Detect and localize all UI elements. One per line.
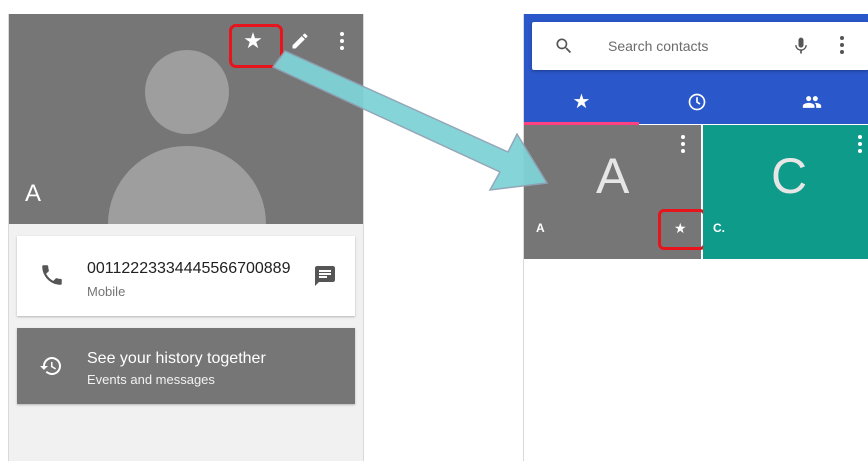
edit-button[interactable] xyxy=(287,28,313,54)
more-vert-icon xyxy=(340,32,344,50)
phone-number: 00112223334445566700889 xyxy=(87,260,291,277)
tile-more-button[interactable] xyxy=(681,135,685,153)
star-icon: ★ xyxy=(572,91,591,113)
star-highlight-box xyxy=(658,209,706,250)
tile-name: A xyxy=(536,221,545,235)
more-vert-icon xyxy=(681,135,685,153)
tile-letter: A xyxy=(596,148,630,204)
favorite-tile-c[interactable]: C C. xyxy=(703,125,868,259)
favorite-tile-a[interactable]: A A ★ xyxy=(524,125,706,259)
more-vert-icon xyxy=(840,36,844,56)
avatar-placeholder-body xyxy=(108,146,266,224)
contact-name: A xyxy=(25,180,42,207)
contact-detail-screen: A ★ 00112223334445566700889 Mobile See y… xyxy=(8,14,364,461)
search-bar[interactable]: Search contacts xyxy=(532,22,868,70)
tile-letter: C xyxy=(771,148,808,204)
star-highlight-box xyxy=(229,24,283,68)
tile-more-button[interactable] xyxy=(858,135,862,153)
history-subtitle: Events and messages xyxy=(87,372,215,387)
history-icon xyxy=(40,357,61,375)
more-options-button[interactable] xyxy=(329,28,355,54)
history-title: See your history together xyxy=(87,350,266,367)
history-card[interactable]: See your history together Events and mes… xyxy=(17,328,355,404)
tile-name: C. xyxy=(713,221,725,235)
tab-recents[interactable] xyxy=(639,80,754,124)
tab-favorites[interactable]: ★ xyxy=(524,80,639,124)
mic-icon[interactable] xyxy=(791,34,811,58)
avatar-placeholder-head xyxy=(145,50,229,134)
tab-contacts[interactable] xyxy=(754,80,868,124)
more-vert-icon xyxy=(858,135,862,153)
app-bar: Search contacts ★ xyxy=(524,14,868,124)
people-icon xyxy=(802,96,821,108)
edit-icon xyxy=(292,33,308,49)
phone-card[interactable]: 00112223334445566700889 Mobile xyxy=(17,236,355,316)
clock-icon xyxy=(688,93,705,111)
phone-type-label: Mobile xyxy=(87,284,126,299)
contact-header: A ★ xyxy=(9,14,363,224)
search-more-button[interactable] xyxy=(834,36,850,56)
phone-icon xyxy=(42,265,62,285)
search-icon xyxy=(556,38,572,54)
search-placeholder: Search contacts xyxy=(608,38,709,54)
contacts-app-screen: Search contacts ★ A A ★ C C. xyxy=(523,14,868,461)
message-icon[interactable] xyxy=(313,264,337,288)
